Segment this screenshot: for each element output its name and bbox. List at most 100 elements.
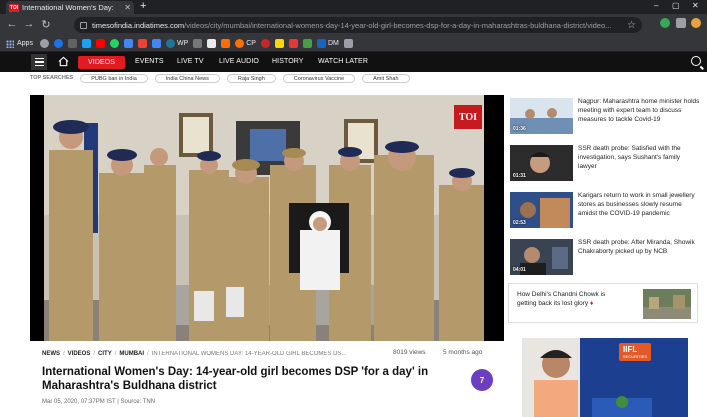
search-chip[interactable]: Amit Shah: [362, 73, 410, 83]
toi-favicon-icon: TOI: [9, 3, 19, 12]
bookmark-page-icon[interactable]: [274, 39, 284, 48]
browser-tab[interactable]: TOI International Women's Day: ✕: [6, 1, 134, 14]
wordpress-icon: [165, 39, 175, 48]
apps-grid-icon: [6, 39, 14, 48]
bookmark-page-icon[interactable]: [221, 39, 231, 48]
close-window-icon[interactable]: ✕: [692, 1, 699, 10]
breadcrumb-city[interactable]: CITY: [98, 351, 112, 357]
count-badge[interactable]: 7: [471, 369, 493, 391]
bookmark-facebook-icon[interactable]: [53, 39, 63, 48]
search-chip[interactable]: Coronavirus Vaccine: [282, 73, 356, 83]
related-video-item[interactable]: 02:53 Karigars return to work in small j…: [508, 192, 698, 230]
breadcrumb-separator: /: [114, 351, 117, 357]
bookmark-whatsapp-icon[interactable]: [109, 39, 119, 48]
diamond-marker-icon: ♦: [590, 300, 594, 307]
search-chip[interactable]: PUBG ban in India: [80, 73, 148, 83]
bookmark-dm[interactable]: DM: [316, 39, 339, 48]
back-icon[interactable]: ←: [5, 18, 19, 30]
bookmark-globe-icon[interactable]: [39, 39, 49, 48]
breadcrumb-separator: /: [93, 351, 96, 357]
home-icon[interactable]: [58, 56, 69, 67]
bookmark-page-icon[interactable]: [260, 39, 270, 48]
bookmark-cp[interactable]: CP: [235, 39, 256, 48]
related-video-title: Karigars return to work in small jewelle…: [578, 192, 695, 217]
close-tab-icon[interactable]: ✕: [124, 3, 131, 12]
related-video-item[interactable]: 04:01 SSR death probe: After Miranda, Sh…: [508, 239, 698, 277]
tab-strip: TOI International Women's Day: ✕ + – ▢ ✕: [0, 0, 707, 14]
site-nav: VIDEOS EVENTS LIVE TV LIVE AUDIO HISTORY…: [0, 52, 707, 72]
published-ago: 5 months ago: [443, 349, 483, 356]
dateline: Mar 05, 2020, 07:37PM IST | Source: TNN: [42, 399, 156, 405]
related-video-item[interactable]: 01:31 SSR death probe: Satisfied with th…: [508, 145, 698, 183]
breadcrumb-mumbai[interactable]: MUMBAI: [119, 351, 144, 357]
maximize-icon[interactable]: ▢: [672, 1, 680, 10]
sponsored-title: How Delhi's Chandni Chowk is getting bac…: [517, 291, 606, 307]
search-chip[interactable]: India China News: [154, 73, 220, 83]
url-text: timesofindia.indiatimes.com/videos/city/…: [92, 20, 612, 30]
video-duration: 04:01: [513, 267, 526, 273]
bookmark-twitter-icon[interactable]: [81, 39, 91, 48]
breadcrumb-videos[interactable]: VIDEOS: [68, 351, 91, 357]
bookmark-page-icon[interactable]: [288, 39, 298, 48]
bookmark-page-icon[interactable]: [207, 39, 217, 48]
tab-title: International Women's Day:: [22, 3, 114, 12]
top-searches-label: TOP SEARCHES: [30, 75, 74, 81]
video-duration: 02:53: [513, 220, 526, 226]
search-chip[interactable]: Raja Singh: [226, 73, 276, 83]
bookmark-page-icon[interactable]: [343, 39, 353, 48]
video-thumbnail: 01:36: [510, 98, 573, 134]
nav-live-audio[interactable]: LIVE AUDIO: [219, 58, 259, 65]
bookmarks-bar: Apps WP CP DM: [0, 36, 707, 52]
bookmark-star-icon[interactable]: ☆: [627, 20, 636, 31]
hamburger-menu-icon[interactable]: [31, 54, 47, 70]
cp-icon: [235, 39, 245, 48]
related-video-item[interactable]: 01:36 Nagpur: Maharashtra home minister …: [508, 98, 700, 136]
breadcrumb-current: INTERNATIONAL WOMENS DAY: 14-YEAR-OLD GI…: [151, 351, 347, 357]
bookmark-gmail-icon[interactable]: [137, 39, 147, 48]
bookmark-page-icon[interactable]: [302, 39, 312, 48]
video-frame: [44, 95, 484, 341]
grammarly-extension-icon[interactable]: [660, 18, 670, 28]
bookmark-page-icon[interactable]: [193, 39, 203, 48]
video-headline: International Women's Day: 14-year-old g…: [42, 366, 429, 392]
browser-toolbar: ← → ↻ timesofindia.indiatimes.com/videos…: [0, 14, 707, 36]
address-bar[interactable]: timesofindia.indiatimes.com/videos/city/…: [74, 17, 642, 33]
forward-icon[interactable]: →: [22, 18, 36, 30]
bookmark-youtube-icon[interactable]: [95, 39, 105, 48]
reload-icon[interactable]: ↻: [39, 18, 53, 31]
search-icon[interactable]: [691, 56, 701, 66]
top-searches: TOP SEARCHES PUBG ban in India India Chi…: [30, 72, 500, 84]
bookmark-page-icon[interactable]: [67, 39, 77, 48]
breadcrumb-separator: /: [147, 351, 149, 357]
nav-history[interactable]: HISTORY: [272, 58, 304, 65]
dm-icon: [316, 39, 326, 48]
apps-shortcut[interactable]: Apps: [6, 39, 33, 48]
related-video-title: SSR death probe: Satisfied with the inve…: [578, 145, 681, 170]
browser-chrome: TOI International Women's Day: ✕ + – ▢ ✕…: [0, 0, 707, 52]
nav-videos[interactable]: VIDEOS: [78, 56, 126, 69]
extensions-puzzle-icon[interactable]: [676, 18, 686, 28]
bookmark-wp[interactable]: WP: [165, 39, 188, 48]
advertisement[interactable]: IIFL SECURITIES: [522, 338, 688, 417]
nav-watch-later[interactable]: WATCH LATER: [318, 58, 368, 65]
ad-image: [522, 338, 688, 417]
bookmark-page-icon[interactable]: [123, 39, 133, 48]
profile-avatar-icon[interactable]: [691, 18, 701, 28]
iifl-logo: IIFL SECURITIES: [619, 343, 652, 361]
sponsored-thumbnail: [643, 289, 691, 319]
video-duration: 01:31: [513, 173, 526, 179]
video-duration: 01:36: [513, 126, 526, 132]
related-video-title: Nagpur: Maharashtra home minister holds …: [578, 98, 700, 123]
lock-icon: [80, 21, 87, 29]
bookmark-docs-icon[interactable]: [151, 39, 161, 48]
nav-events[interactable]: EVENTS: [135, 58, 164, 65]
nav-live-tv[interactable]: LIVE TV: [177, 58, 204, 65]
toi-logo: TOI: [454, 105, 482, 129]
video-player[interactable]: TOI: [30, 95, 504, 341]
sponsored-card[interactable]: How Delhi's Chandni Chowk is getting bac…: [508, 283, 698, 323]
minimize-icon[interactable]: –: [654, 1, 658, 10]
video-thumbnail: 01:31: [510, 145, 573, 181]
breadcrumb-news[interactable]: NEWS: [42, 351, 60, 357]
new-tab-icon[interactable]: +: [140, 0, 146, 12]
video-thumbnail: 04:01: [510, 239, 573, 275]
